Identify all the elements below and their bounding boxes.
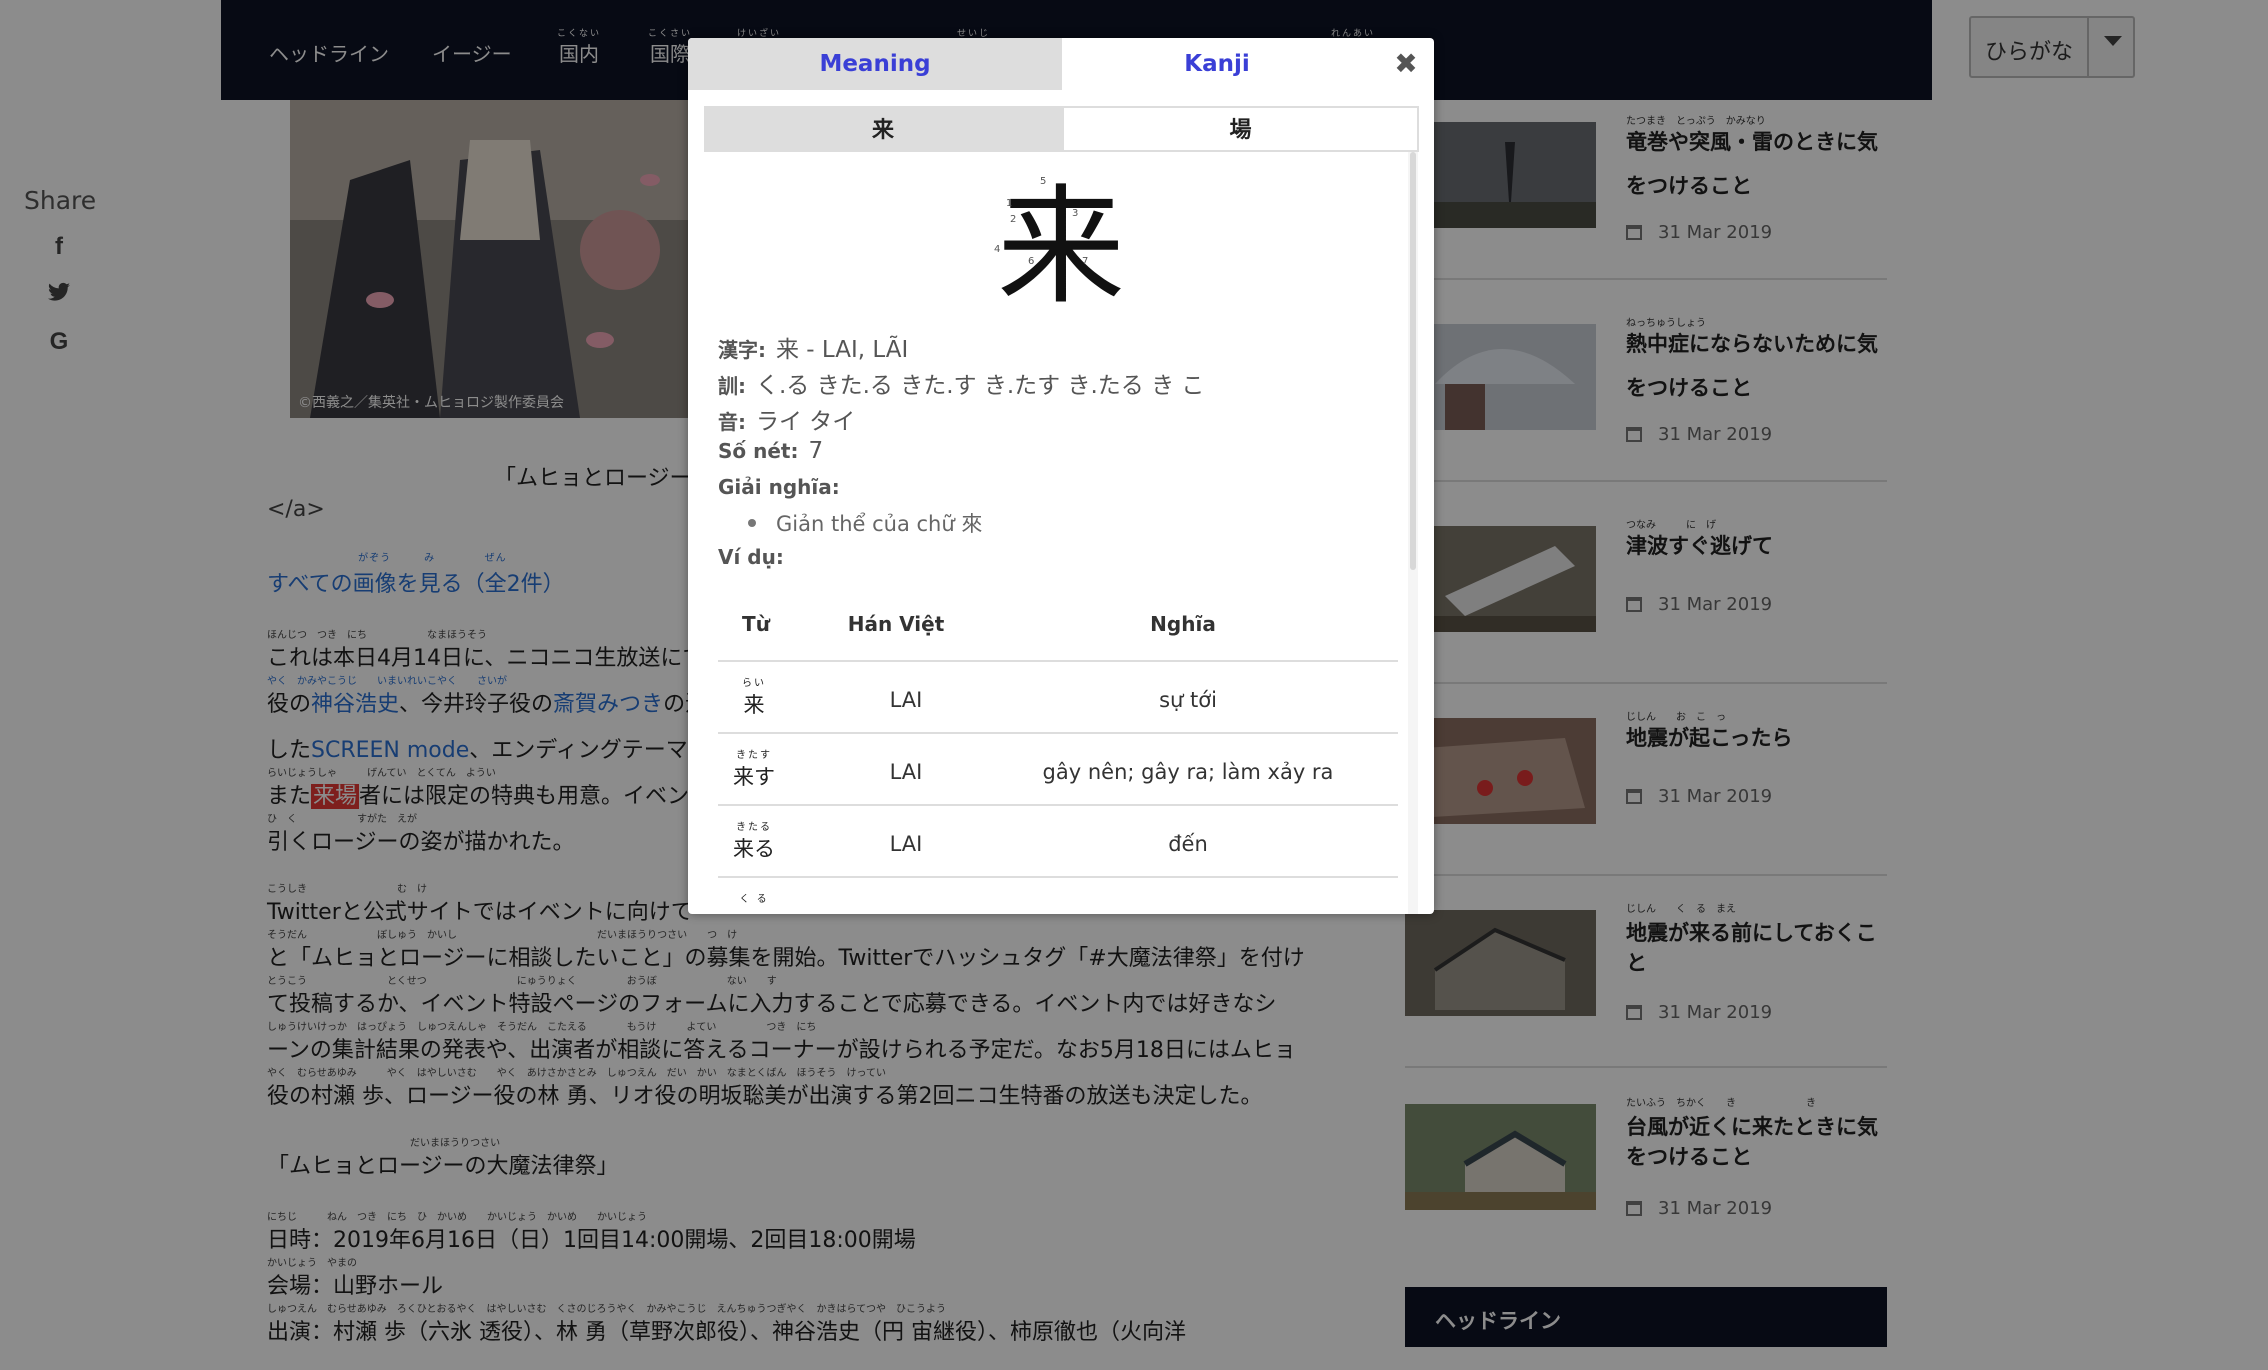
kanji-tab-1[interactable]: 来: [704, 106, 1062, 152]
stroke-number: 7: [1082, 256, 1089, 267]
examples-heading: Ví dụ:: [718, 545, 784, 569]
table-row[interactable]: きたす 来す LAI gây nên; gây ra; làm xảy ra: [718, 732, 1398, 804]
table-header-hanviet: Hán Việt: [847, 612, 945, 636]
kanji-stroke-diagram: 来: [996, 173, 1125, 322]
close-icon[interactable]: ✖: [1394, 50, 1418, 78]
modal-scrollbar-thumb[interactable]: [1410, 152, 1416, 570]
stroke-number: 3: [1072, 208, 1079, 219]
tab-kanji[interactable]: Kanji: [1062, 38, 1372, 90]
stroke-count-row: Số nét: 7: [718, 438, 824, 464]
table-row[interactable]: らい来 LAI sự tới: [718, 660, 1398, 732]
kanji-modal: Meaning Kanji ✖ 来 場 来 5 1 2 3 4 6 7 漢字: 来…: [688, 38, 1434, 914]
stroke-number: 2: [1010, 214, 1017, 225]
tab-meaning[interactable]: Meaning: [688, 38, 1062, 90]
stroke-number: 4: [994, 244, 1001, 255]
kun-reading-row: 訓: く.る きた.る きた.す き.たす き.たる き こ: [718, 373, 1205, 399]
table-row[interactable]: きたる 来る LAI đến: [718, 804, 1398, 876]
kanji-info-row: 漢字: 来 - LAI, LÃI: [718, 337, 909, 363]
stroke-number: 6: [1028, 256, 1035, 267]
meaning-item: Giản thể của chữ 來: [748, 508, 982, 538]
meaning-heading: Giải nghĩa:: [718, 475, 840, 499]
table-header-meaning: Nghĩa: [1150, 612, 1216, 636]
on-reading-row: 音: ライ タイ: [718, 409, 856, 435]
kanji-tab-2[interactable]: 場: [1062, 106, 1419, 152]
stroke-number: 5: [1040, 176, 1047, 187]
table-row[interactable]: く る: [718, 876, 1398, 914]
stroke-number: 1: [1006, 198, 1013, 209]
page: ヘッドライン イージー こくない 国内 こくさい 国際 けいざい せいじ れんあい …: [0, 0, 2268, 1370]
table-header-word: Từ: [742, 612, 770, 636]
